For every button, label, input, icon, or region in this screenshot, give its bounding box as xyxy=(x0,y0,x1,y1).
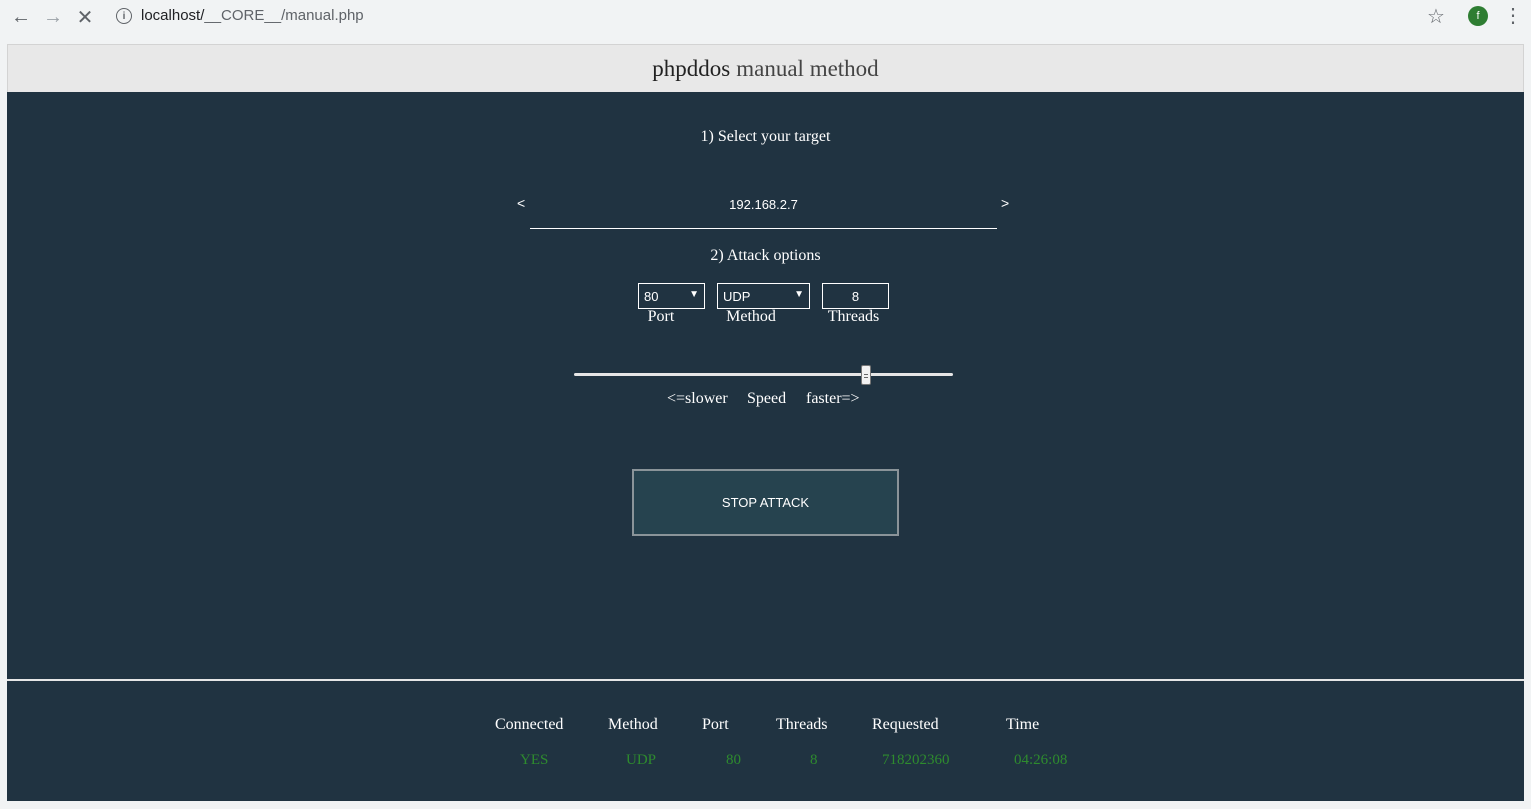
status-header-time: Time xyxy=(1006,716,1040,733)
speed-slider-handle[interactable] xyxy=(861,365,871,385)
status-value-time: 04:26:08 xyxy=(1014,752,1068,768)
address-bar[interactable]: localhost/__CORE__/manual.php xyxy=(141,7,364,24)
faster-label: faster=> xyxy=(806,390,860,407)
url-path: __CORE__/manual.php xyxy=(204,7,364,24)
speed-slider[interactable] xyxy=(574,373,953,376)
status-header-requested: Requested xyxy=(872,716,939,733)
target-ip: 192.168.2.7 xyxy=(729,197,798,212)
back-arrow-icon[interactable]: ← xyxy=(9,5,33,29)
footer-divider xyxy=(7,679,1524,681)
status-header-method: Method xyxy=(608,716,658,733)
page-title: phpddos manual method xyxy=(7,44,1524,92)
dropdown-caret-icon: ▼ xyxy=(794,289,804,300)
port-select[interactable]: 80 ▼ xyxy=(638,283,705,309)
title-rest: manual method xyxy=(736,55,879,81)
slower-label: <=slower xyxy=(667,390,728,407)
next-target-button[interactable]: > xyxy=(1001,195,1009,211)
port-label: Port xyxy=(647,308,675,325)
forward-arrow-icon[interactable]: → xyxy=(41,5,65,29)
status-value-port: 80 xyxy=(726,752,741,768)
status-value-connected: YES xyxy=(520,752,549,768)
status-value-requested: 718202360 xyxy=(882,752,950,768)
status-header-connected: Connected xyxy=(495,716,564,733)
threads-label: Threads xyxy=(827,308,880,325)
target-underline xyxy=(530,228,997,229)
site-info-icon[interactable]: i xyxy=(116,8,132,24)
dropdown-caret-icon: ▼ xyxy=(689,289,699,300)
speed-label: Speed xyxy=(747,390,787,407)
method-value: UDP xyxy=(723,288,751,304)
title-main: phpddos xyxy=(652,55,731,81)
port-value: 80 xyxy=(644,288,659,304)
status-value-method: UDP xyxy=(626,752,657,768)
prev-target-button[interactable]: < xyxy=(517,195,525,211)
url-host: localhost/ xyxy=(141,7,205,24)
method-label: Method xyxy=(726,308,776,325)
profile-avatar[interactable]: f xyxy=(1468,6,1488,26)
select-target-heading: 1) Select your target xyxy=(700,128,831,145)
status-header-threads: Threads xyxy=(776,716,828,733)
method-select[interactable]: UDP ▼ xyxy=(717,283,810,309)
threads-value: 8 xyxy=(851,288,860,304)
status-header-port: Port xyxy=(702,716,729,733)
stop-attack-button[interactable]: STOP ATTACK xyxy=(632,469,899,536)
browser-menu-icon[interactable]: ⋮ xyxy=(1503,5,1523,27)
page-body: phpddos manual method 1) Select your tar… xyxy=(7,44,1524,801)
attack-options-heading: 2) Attack options xyxy=(710,247,821,264)
stop-loading-icon[interactable]: ✕ xyxy=(73,5,97,29)
browser-toolbar: ← → ✕ i localhost/__CORE__/manual.php ☆ … xyxy=(0,0,1531,34)
threads-input[interactable]: 8 xyxy=(822,283,889,309)
bookmark-star-icon[interactable]: ☆ xyxy=(1427,4,1445,29)
status-value-threads: 8 xyxy=(810,752,818,768)
